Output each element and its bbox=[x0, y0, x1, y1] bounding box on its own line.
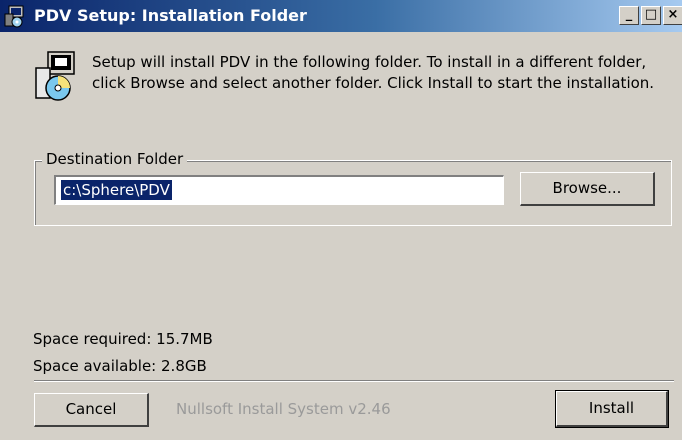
destination-path-input[interactable]: c:\Sphere\PDV bbox=[54, 175, 504, 205]
nsis-branding-text: Nullsoft Install System v2.46 bbox=[176, 400, 391, 418]
destination-path-value: c:\Sphere\PDV bbox=[61, 180, 172, 200]
browse-button[interactable]: Browse... bbox=[520, 172, 655, 206]
destination-group-label: Destination Folder bbox=[42, 150, 188, 168]
installer-icon bbox=[35, 51, 75, 101]
maximize-button[interactable]: □ bbox=[641, 6, 661, 25]
footer-separator bbox=[34, 380, 674, 382]
minimize-button[interactable]: _ bbox=[619, 6, 639, 25]
space-required-text: Space required: 15.7MB bbox=[33, 330, 213, 348]
window-title: PDV Setup: Installation Folder bbox=[34, 6, 307, 25]
instruction-text: Setup will install PDV in the following … bbox=[92, 53, 655, 92]
cancel-button[interactable]: Cancel bbox=[34, 393, 149, 427]
close-button[interactable]: × bbox=[663, 6, 682, 25]
title-bar[interactable]: PDV Setup: Installation Folder _ □ × bbox=[0, 0, 682, 32]
space-available-text: Space available: 2.8GB bbox=[33, 357, 207, 375]
install-button[interactable]: Install bbox=[555, 390, 669, 428]
setup-app-icon bbox=[4, 5, 24, 28]
